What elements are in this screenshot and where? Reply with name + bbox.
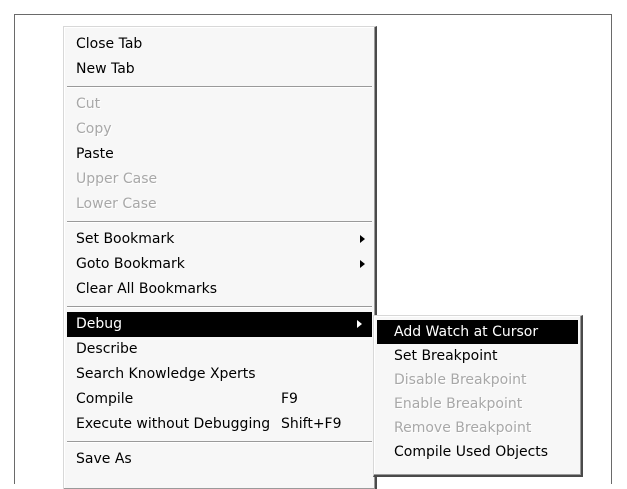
shortcut-label: Shift+F9 bbox=[281, 416, 342, 432]
submenu-arrow-icon bbox=[360, 235, 365, 243]
menu-item-compile[interactable]: Compile F9 bbox=[64, 387, 375, 412]
menu-item-clear-all-bookmarks[interactable]: Clear All Bookmarks bbox=[64, 277, 375, 302]
submenu-item-enable-breakpoint: Enable Breakpoint bbox=[394, 396, 523, 412]
submenu-item-add-watch-at-cursor[interactable]: Add Watch at Cursor bbox=[377, 320, 578, 344]
menu-item-goto-bookmark[interactable]: Goto Bookmark bbox=[64, 252, 375, 277]
context-menu: Close Tab New Tab Cut Copy Paste Upper C… bbox=[63, 26, 377, 489]
menu-item-upper-case: Upper Case bbox=[76, 171, 158, 187]
menu-item-label: Execute without Debugging bbox=[76, 416, 271, 432]
menu-item-label: Goto Bookmark bbox=[76, 256, 185, 272]
menu-separator bbox=[67, 86, 372, 88]
menu-item-close-tab[interactable]: Close Tab bbox=[64, 32, 375, 57]
menu-item-new-tab[interactable]: New Tab bbox=[64, 57, 375, 82]
menu-item-set-bookmark[interactable]: Set Bookmark bbox=[64, 227, 375, 252]
menu-separator bbox=[67, 306, 372, 308]
debug-submenu: Add Watch at Cursor Set Breakpoint Disab… bbox=[373, 315, 583, 477]
submenu-item-disable-breakpoint: Disable Breakpoint bbox=[394, 372, 527, 388]
menu-item-execute-without-debugging[interactable]: Execute without Debugging Shift+F9 bbox=[64, 412, 375, 437]
submenu-item-set-breakpoint[interactable]: Set Breakpoint bbox=[374, 344, 581, 368]
menu-item-describe[interactable]: Describe bbox=[64, 337, 375, 362]
menu-item-label: Debug bbox=[76, 316, 123, 332]
menu-item-label: Compile bbox=[76, 391, 134, 407]
menu-separator bbox=[67, 221, 372, 223]
submenu-item-compile-used-objects[interactable]: Compile Used Objects bbox=[374, 440, 581, 464]
menu-item-label: Set Bookmark bbox=[76, 231, 175, 247]
menu-item-lower-case: Lower Case bbox=[76, 196, 157, 212]
submenu-arrow-icon bbox=[360, 260, 365, 268]
menu-item-save-as[interactable]: Save As bbox=[64, 447, 375, 472]
menu-separator bbox=[67, 441, 372, 443]
menu-item-paste[interactable]: Paste bbox=[64, 142, 375, 167]
shortcut-label: F9 bbox=[281, 391, 298, 407]
menu-item-cut: Cut bbox=[76, 96, 101, 112]
menu-item-search-knowledge-xperts[interactable]: Search Knowledge Xperts bbox=[64, 362, 375, 387]
menu-item-debug[interactable]: Debug bbox=[67, 312, 372, 337]
menu-item-copy: Copy bbox=[76, 121, 112, 137]
submenu-arrow-icon bbox=[357, 320, 362, 328]
submenu-item-remove-breakpoint: Remove Breakpoint bbox=[394, 420, 532, 436]
